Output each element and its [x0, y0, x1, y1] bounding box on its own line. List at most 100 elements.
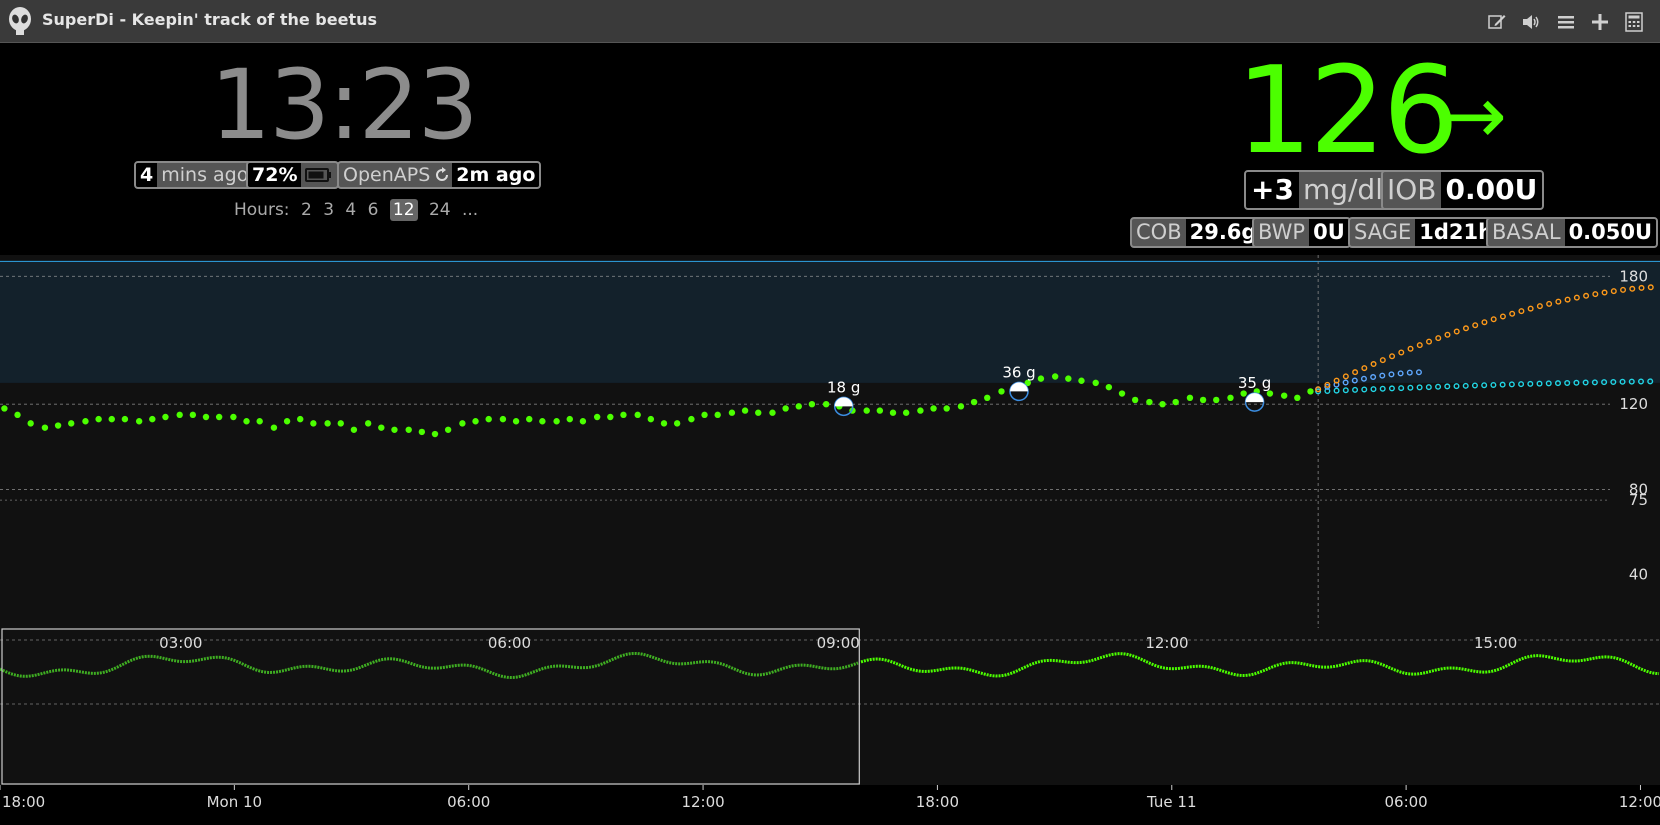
y-tick-label: 40 [1629, 566, 1648, 584]
bg-point [673, 420, 681, 427]
bg-point [553, 418, 560, 425]
bg-point [795, 403, 802, 410]
bg-units: mg/dl [1302, 173, 1383, 206]
openaps-pill[interactable]: OpenAPS 2m ago [337, 161, 542, 189]
cob-value: 29.6g [1185, 219, 1261, 246]
bg-point [1146, 398, 1153, 406]
bg-point [82, 418, 89, 425]
bg-point [876, 407, 884, 414]
bg-point [1051, 373, 1059, 380]
bg-point [1294, 394, 1301, 402]
bg-point [1131, 396, 1139, 404]
basal-value: 0.050U [1564, 219, 1657, 246]
bg-chart[interactable]: 18012080754018 g36 g35 g [0, 255, 1660, 628]
y-tick-label: 75 [1629, 491, 1648, 509]
hours-label: Hours: [234, 200, 290, 220]
bg-point [378, 424, 385, 431]
bg-point [431, 430, 439, 438]
bg-point [337, 420, 344, 427]
bwp-value: 0U [1309, 219, 1349, 246]
bg-point [970, 398, 978, 406]
bg-point [512, 418, 520, 425]
navigator-chart[interactable]: 03:00 06:00 09:00 12:00 15:00 [0, 628, 1660, 785]
last-reading-pill: 4 mins ago [134, 161, 255, 189]
bg-point [1159, 401, 1166, 408]
main-x-tick-label: 15:00 [1474, 634, 1517, 652]
bg-point [283, 418, 291, 425]
bg-point [95, 415, 102, 423]
bg-point [418, 428, 426, 436]
alien-logo-icon [7, 7, 33, 35]
bg-point [755, 409, 762, 416]
bg-point [998, 388, 1005, 395]
edit-icon[interactable] [1486, 11, 1508, 33]
battery-percent: 72% [248, 163, 302, 187]
iob-pill: IOB 0.00U [1381, 170, 1545, 210]
hours-option-4[interactable]: 4 [345, 200, 356, 220]
bg-point [714, 411, 721, 419]
main-x-tick-label: 12:00 [1145, 634, 1188, 652]
iob-value: 0.00U [1440, 172, 1543, 208]
bg-value: 126 [1236, 42, 1459, 181]
bg-point [607, 413, 614, 421]
sage-label: SAGE [1354, 220, 1412, 244]
bg-point [41, 424, 49, 431]
bg-point [54, 422, 62, 429]
basal-pill: BASAL 0.050U [1486, 217, 1659, 248]
bg-point [984, 394, 991, 402]
trend-arrow: → [1440, 69, 1508, 162]
bg-point [593, 413, 601, 421]
bg-point [808, 401, 816, 408]
bg-point [215, 413, 223, 421]
speaker-icon[interactable] [1520, 11, 1542, 33]
openaps-label: OpenAPS [343, 164, 431, 186]
bg-point [472, 418, 479, 425]
bg-point [1280, 392, 1288, 399]
main-x-tick-label: 09:00 [817, 634, 860, 652]
bg-point [270, 424, 278, 431]
bg-point [444, 426, 452, 433]
bg-point [405, 426, 412, 433]
bg-point [1199, 396, 1207, 404]
carb-label: 35 g [1238, 374, 1271, 392]
plus-icon[interactable] [1589, 11, 1611, 33]
bg-point [769, 409, 776, 416]
bg-point [350, 426, 358, 433]
last-reading-label: mins ago [161, 164, 249, 186]
battery-icon [301, 163, 337, 187]
app-title: SuperDi - Keepin' track of the beetus [42, 10, 378, 29]
carb-label: 36 g [1002, 363, 1035, 381]
hours-option-3[interactable]: 3 [323, 200, 334, 220]
hours-option-more[interactable]: ... [462, 200, 478, 220]
nav-x-tick-label: 12:00 [681, 793, 724, 811]
bg-point [1, 405, 8, 412]
bg-point [1065, 375, 1072, 382]
hours-option-2[interactable]: 2 [301, 200, 312, 220]
hours-option-24[interactable]: 24 [429, 200, 451, 220]
basal-label: BASAL [1492, 220, 1561, 244]
bg-point [1307, 388, 1314, 395]
bg-point [917, 407, 924, 414]
menu-icon[interactable] [1555, 11, 1577, 33]
target-range-band [0, 261, 1660, 383]
bg-point [1037, 375, 1045, 382]
nav-x-tick-label: 18:00 [2, 793, 45, 811]
bg-point [647, 415, 655, 423]
bg-point [324, 420, 331, 427]
bg-point [485, 415, 492, 423]
bg-point [135, 418, 143, 425]
bg-point [1118, 390, 1126, 397]
hours-option-12[interactable]: 12 [389, 199, 418, 221]
bg-point [782, 405, 789, 412]
bg-point [68, 420, 75, 427]
bg-point [701, 411, 708, 419]
bg-point [728, 409, 736, 416]
hours-selector: Hours: 2 3 4 6 12 24 ... [234, 199, 484, 221]
sage-pill: SAGE 1d21h [1348, 217, 1500, 248]
bg-point [902, 409, 910, 416]
calculator-icon[interactable] [1623, 11, 1645, 33]
bg-point [526, 415, 533, 423]
cob-pill: COB 29.6g [1130, 217, 1263, 248]
hours-option-6[interactable]: 6 [368, 200, 379, 220]
title-bar: SuperDi - Keepin' track of the beetus [0, 0, 1660, 43]
